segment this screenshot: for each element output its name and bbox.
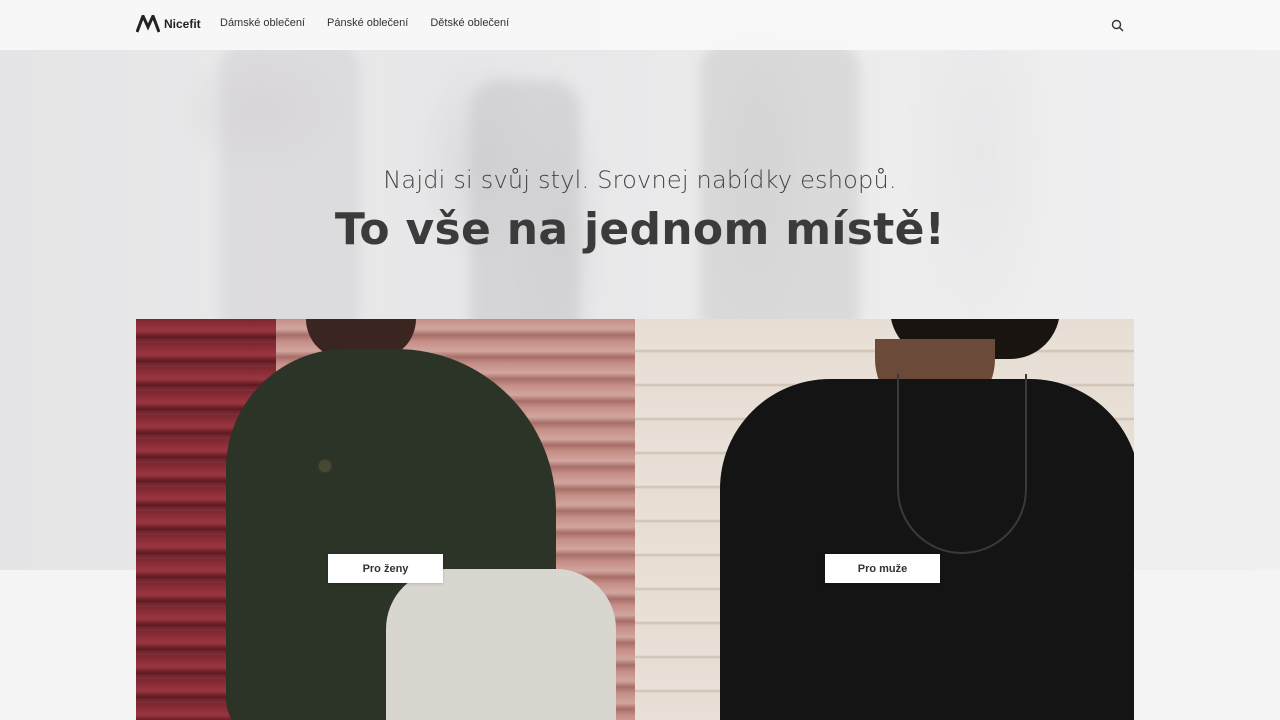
nav-item-mens-clothing[interactable]: Pánské oblečení	[327, 17, 408, 29]
category-card-women[interactable]: Pro ženy	[136, 319, 635, 720]
category-cards: Pro ženy Pro muže	[136, 319, 1134, 720]
search-button[interactable]	[1111, 19, 1124, 32]
category-card-men[interactable]: Pro muže	[635, 319, 1134, 720]
woman-skirt-image	[386, 569, 616, 720]
m-logo-icon	[136, 15, 160, 33]
nav-item-kids-clothing[interactable]: Dětské oblečení	[430, 17, 509, 29]
hero-headline: To vše na jednom místě!	[334, 204, 946, 255]
hero-text-block: Najdi si svůj styl. Srovnej nabídky esho…	[0, 166, 1280, 255]
nav-item-womens-clothing[interactable]: Dámské oblečení	[220, 17, 305, 29]
for-men-button[interactable]: Pro muže	[825, 554, 940, 583]
search-icon	[1111, 19, 1124, 32]
site-header: Nicefit Dámské oblečení Pánské oblečení …	[0, 0, 1280, 50]
site-logo[interactable]: Nicefit	[136, 15, 201, 33]
logo-text: Nicefit	[164, 17, 201, 31]
for-women-button[interactable]: Pro ženy	[328, 554, 443, 583]
hero-subtitle: Najdi si svůj styl. Srovnej nabídky esho…	[383, 166, 897, 194]
man-necklace-image	[897, 374, 1027, 554]
main-nav: Dámské oblečení Pánské oblečení Dětské o…	[220, 17, 509, 29]
